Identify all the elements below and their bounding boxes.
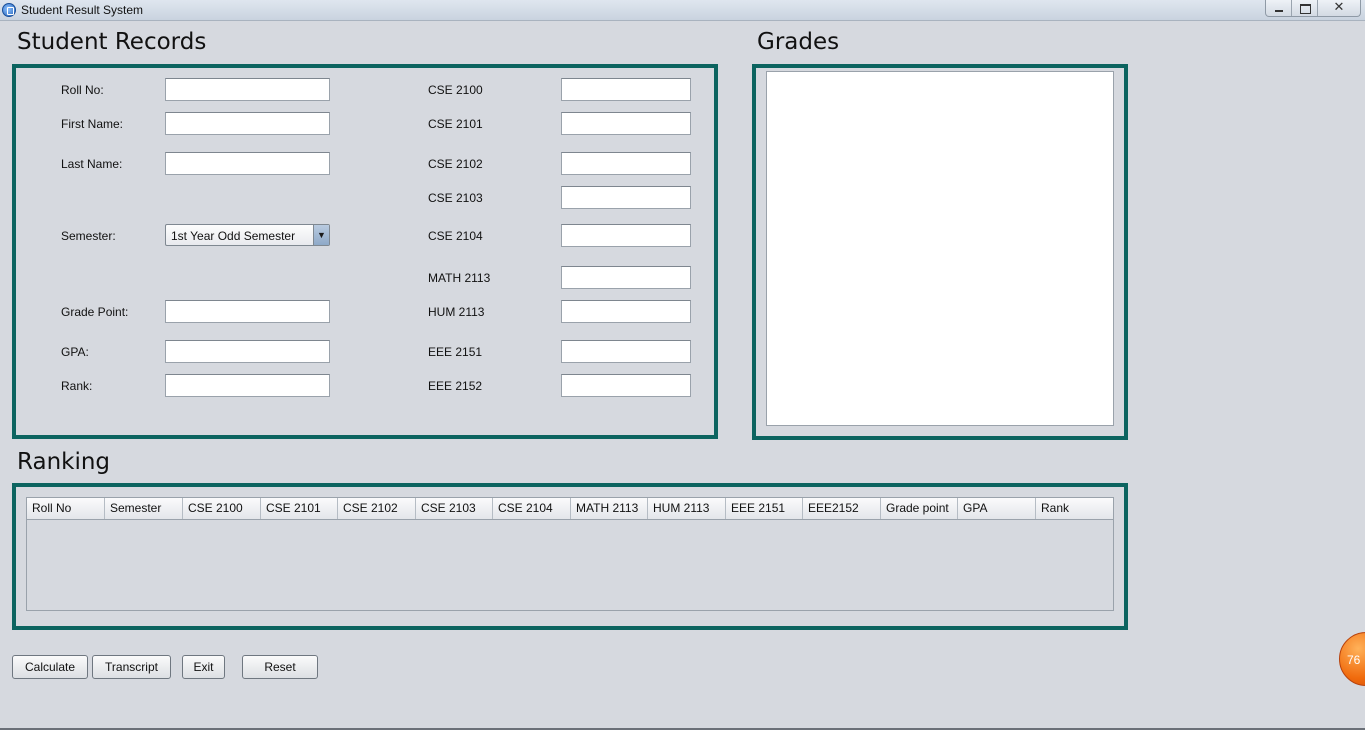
first-name-field[interactable] (165, 112, 330, 135)
first-name-label: First Name: (61, 117, 124, 131)
column-header[interactable]: Rank (1036, 498, 1113, 519)
course-label: CSE 2104 (428, 229, 483, 243)
column-header[interactable]: MATH 2113 (571, 498, 648, 519)
column-header[interactable]: CSE 2104 (493, 498, 571, 519)
column-header[interactable]: CSE 2102 (338, 498, 416, 519)
column-header[interactable]: Grade point (881, 498, 958, 519)
student-records-title: Student Records (17, 29, 207, 55)
ranking-table-header: Roll No Semester CSE 2100 CSE 2101 CSE 2… (27, 498, 1113, 520)
course-label: CSE 2103 (428, 191, 483, 205)
last-name-field[interactable] (165, 152, 330, 175)
rank-field[interactable] (165, 374, 330, 397)
notification-badge[interactable]: 76 (1339, 632, 1365, 686)
badge-value: 76 (1347, 653, 1361, 667)
grade-point-label: Grade Point: (61, 305, 129, 319)
course-label: MATH 2113 (428, 271, 491, 285)
course-label: EEE 2151 (428, 345, 483, 359)
title-bar: Student Result System ✕ (0, 0, 1365, 21)
ranking-table[interactable]: Roll No Semester CSE 2100 CSE 2101 CSE 2… (26, 497, 1114, 611)
course-label: CSE 2100 (428, 83, 483, 97)
last-name-label: Last Name: (61, 157, 123, 171)
column-header[interactable]: CSE 2101 (261, 498, 338, 519)
course-mark-field[interactable] (561, 78, 691, 101)
app-icon (2, 3, 16, 17)
column-header[interactable]: Semester (105, 498, 183, 519)
column-header[interactable]: EEE 2151 (726, 498, 803, 519)
course-mark-field[interactable] (561, 300, 691, 323)
column-header[interactable]: Roll No (27, 498, 105, 519)
roll-no-field[interactable] (165, 78, 330, 101)
course-mark-field[interactable] (561, 224, 691, 247)
roll-no-label: Roll No: (61, 83, 104, 97)
course-mark-field[interactable] (561, 152, 691, 175)
gpa-field[interactable] (165, 340, 330, 363)
grades-title: Grades (757, 29, 840, 55)
course-mark-field[interactable] (561, 112, 691, 135)
course-label: CSE 2102 (428, 157, 483, 171)
column-header[interactable]: CSE 2100 (183, 498, 261, 519)
window-controls: ✕ (1265, 0, 1361, 17)
semester-select[interactable]: 1st Year Odd Semester ▼ (165, 224, 330, 246)
course-mark-field[interactable] (561, 266, 691, 289)
ranking-title: Ranking (17, 449, 111, 475)
exit-button[interactable]: Exit (182, 655, 225, 679)
course-mark-field[interactable] (561, 374, 691, 397)
column-header[interactable]: GPA (958, 498, 1036, 519)
transcript-button[interactable]: Transcript (92, 655, 171, 679)
column-header[interactable]: HUM 2113 (648, 498, 726, 519)
reset-button[interactable]: Reset (242, 655, 318, 679)
minimize-icon[interactable] (1266, 0, 1292, 16)
gpa-label: GPA: (61, 345, 89, 359)
calculate-button[interactable]: Calculate (12, 655, 88, 679)
close-icon[interactable]: ✕ (1318, 0, 1360, 16)
column-header[interactable]: CSE 2103 (416, 498, 493, 519)
window-title: Student Result System (21, 3, 144, 17)
semester-select-value: 1st Year Odd Semester (171, 229, 296, 243)
column-header[interactable]: EEE2152 (803, 498, 881, 519)
rank-label: Rank: (61, 379, 93, 393)
grades-text-area[interactable] (766, 71, 1114, 426)
chevron-down-icon[interactable]: ▼ (313, 225, 329, 245)
course-label: EEE 2152 (428, 379, 483, 393)
maximize-icon[interactable] (1292, 0, 1318, 16)
course-mark-field[interactable] (561, 340, 691, 363)
course-label: CSE 2101 (428, 117, 483, 131)
course-mark-field[interactable] (561, 186, 691, 209)
grade-point-field[interactable] (165, 300, 330, 323)
semester-label: Semester: (61, 229, 116, 243)
course-label: HUM 2113 (428, 305, 485, 319)
